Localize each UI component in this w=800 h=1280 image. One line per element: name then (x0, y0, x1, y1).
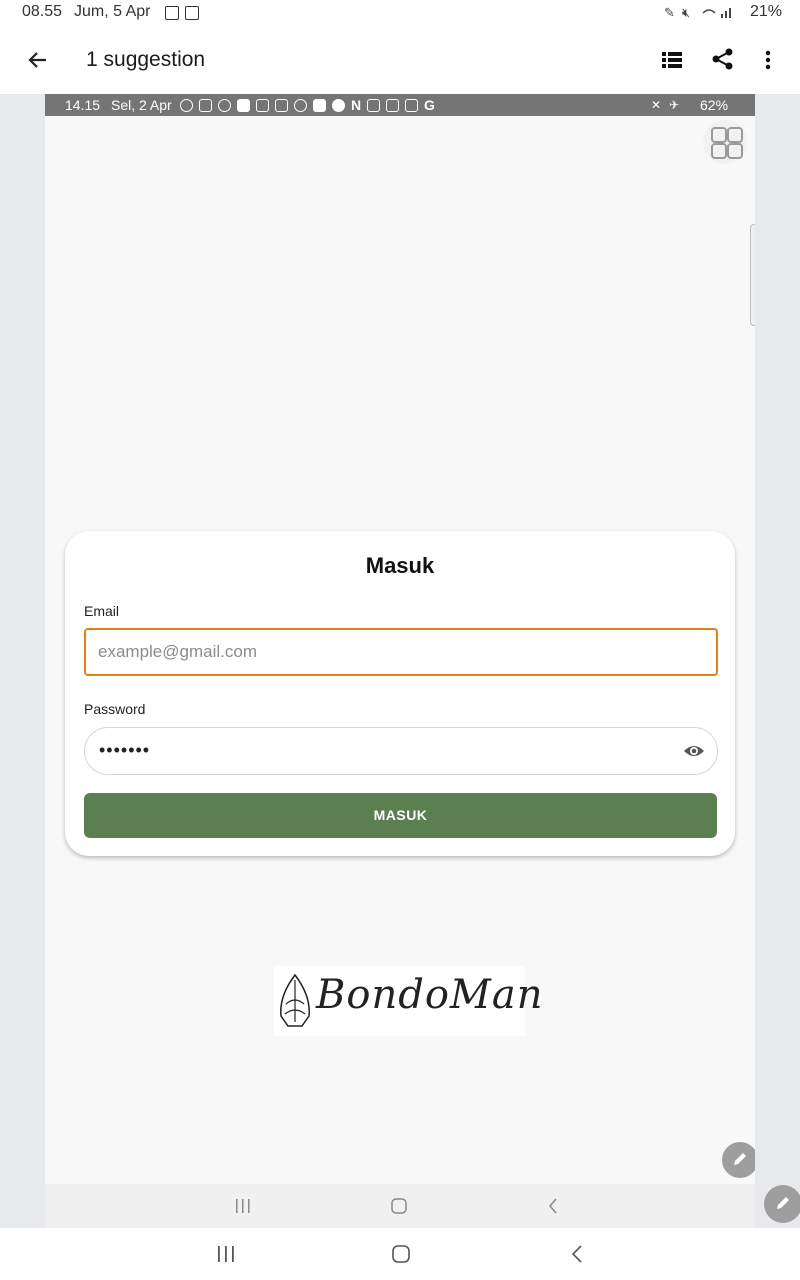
instagram-icon (256, 99, 269, 112)
email-field[interactable] (84, 628, 718, 676)
back-arrow-icon[interactable] (28, 50, 48, 70)
edit-icon[interactable] (764, 1185, 800, 1223)
navigation-bar (0, 1228, 800, 1280)
password-value: ••••••• (99, 740, 151, 760)
status-time: 08.55 (22, 3, 63, 20)
brand-logo: BondoMan (274, 966, 543, 1036)
instagram-icon (367, 99, 380, 112)
grid-cell (711, 127, 727, 143)
instagram-icon (405, 99, 418, 112)
login-button[interactable]: MASUK (84, 793, 717, 838)
netflix-icon: N (351, 97, 362, 113)
inner-status-battery: 62% (700, 97, 729, 113)
status-battery: 21% (749, 3, 782, 20)
suggested-screenshot: 14.15 Sel, 2 Apr N G ✕ ✈ 62% Masuk Email… (45, 94, 755, 1228)
spotify-icon (332, 99, 345, 112)
status-date: Jum, 5 Apr (74, 3, 151, 20)
device-status-bar: 08.55 Jum, 5 Apr ✎ 🔇︎ 21% (0, 0, 800, 26)
inner-navigation-bar (45, 1184, 755, 1228)
gunungan-icon (280, 974, 310, 1027)
home-icon (391, 1198, 407, 1214)
list-icon[interactable] (662, 52, 682, 68)
back-icon (549, 1198, 557, 1214)
inner-status-time: 14.15 (65, 97, 101, 113)
instagram-icon (386, 99, 399, 112)
inner-status-date: Sel, 2 Apr (111, 97, 172, 113)
edit-icon[interactable] (722, 1142, 755, 1178)
inner-status-bar: 14.15 Sel, 2 Apr N G ✕ ✈ 62% (45, 94, 755, 116)
notification-icon (165, 6, 179, 20)
pen-icon: ✎ (664, 5, 675, 20)
mute-icon: ✕ (651, 98, 662, 112)
google-icon: G (424, 97, 435, 113)
share-icon[interactable] (712, 48, 734, 70)
grid-cell (711, 143, 727, 159)
whatsapp-icon (180, 99, 193, 112)
app-icon (294, 99, 307, 112)
gallery-icon (185, 6, 199, 20)
airplane-icon: ✈ (669, 98, 680, 112)
back-icon[interactable] (571, 1245, 583, 1263)
email-input[interactable] (98, 630, 698, 674)
email-label: Email (84, 603, 120, 619)
teams-icon (199, 99, 212, 112)
grid-cell (727, 127, 743, 143)
password-label: Password (84, 701, 146, 717)
app-bar: 1 suggestion (0, 26, 800, 94)
grid-icon[interactable] (703, 120, 747, 164)
youtube-icon (237, 99, 250, 112)
mute-icon: 🔇︎ (682, 5, 691, 20)
login-title: Masuk (365, 553, 435, 578)
more-vert-icon[interactable] (764, 50, 772, 70)
password-field[interactable]: ••••••• (84, 727, 718, 775)
instagram-icon (275, 99, 288, 112)
grid-cell (727, 143, 743, 159)
scroll-handle[interactable] (750, 224, 755, 326)
home-icon[interactable] (392, 1245, 410, 1263)
logo-text: BondoMan (316, 972, 544, 1018)
signal-icon (702, 8, 731, 18)
app-icon (313, 99, 326, 112)
eye-icon[interactable] (683, 742, 705, 760)
page-title: 1 suggestion (86, 48, 206, 71)
recents-icon (236, 1199, 250, 1213)
messenger-icon (218, 99, 231, 112)
login-card: Masuk Email Password ••••••• MASUK (65, 531, 735, 856)
recents-icon[interactable] (217, 1246, 235, 1262)
